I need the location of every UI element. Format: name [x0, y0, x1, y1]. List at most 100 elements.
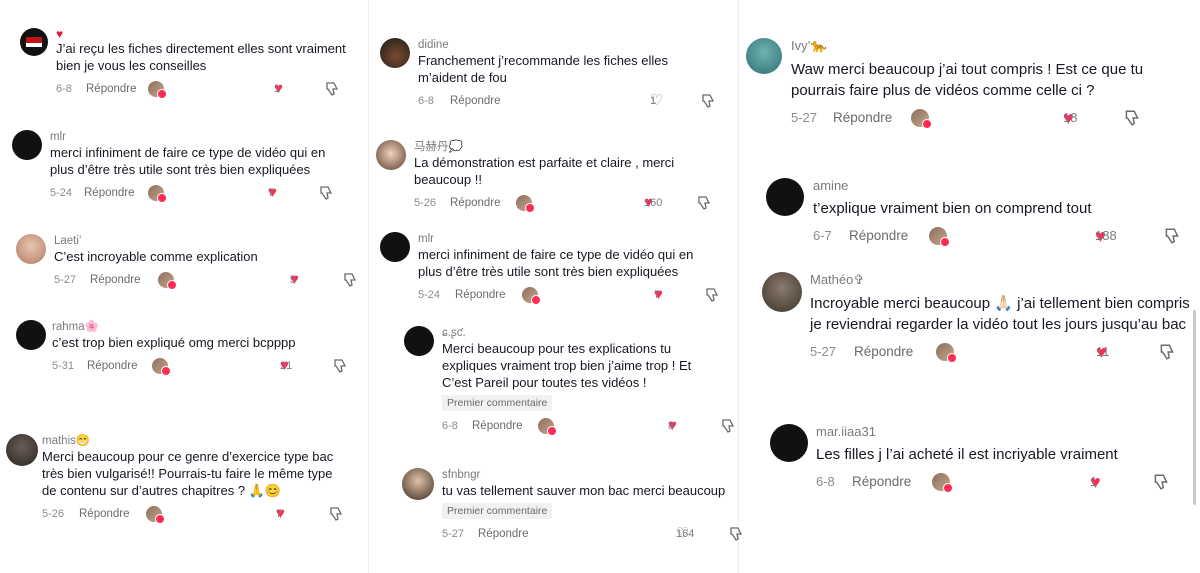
dislike-icon[interactable]: [700, 93, 716, 109]
comment-text: La démonstration est parfaite et claire …: [414, 155, 675, 187]
comment-text: c’est trop bien expliqué omg merci bcppp…: [52, 335, 296, 350]
avatar[interactable]: [6, 434, 38, 466]
reply-button[interactable]: Répondre: [87, 357, 138, 375]
dislike-icon[interactable]: [1158, 343, 1176, 361]
reply-button[interactable]: Répondre: [849, 225, 908, 247]
reply-button[interactable]: Répondre: [472, 417, 523, 435]
comment-meta: 6-8 Répondre ♥ 1: [816, 471, 1186, 493]
like-count: 1: [274, 83, 281, 95]
comments-column-1: ♥ J’ai reçu les fiches directement elles…: [0, 0, 368, 573]
dislike-icon[interactable]: [324, 81, 340, 97]
comment-username[interactable]: mar.iiaa31: [816, 424, 1186, 440]
avatar[interactable]: [20, 28, 48, 56]
comment-username[interactable]: Ivy’🐆: [791, 38, 1151, 54]
avatar[interactable]: [404, 326, 434, 356]
first-comment-badge: Premier commentaire: [442, 503, 553, 519]
like-count: 1: [1090, 474, 1098, 489]
comment-date: 5-24: [418, 289, 441, 301]
comment-meta: 5-26 Répondre ♥ 160: [414, 194, 714, 213]
comment-meta: 5-27 Répondre ♥ 18: [791, 107, 1151, 129]
comment-text: Franchement j’recommande les fiches elle…: [418, 53, 668, 85]
comment-text: Merci beaucoup pour tes explications tu …: [442, 341, 692, 390]
comment-text: J’ai reçu les fiches directement elles s…: [56, 41, 346, 73]
comment-meta: 5-24 Répondre ♥ 7: [418, 286, 720, 305]
comment-date: 6-8: [418, 95, 434, 107]
comment-date: 5-27: [442, 528, 465, 540]
avatar[interactable]: [380, 38, 410, 68]
comment-username[interactable]: mlr: [50, 130, 350, 144]
avatar[interactable]: [16, 234, 46, 264]
comment-date: 5-31: [52, 360, 75, 372]
dislike-icon[interactable]: [342, 272, 358, 288]
like-count: 11: [1096, 344, 1110, 359]
avatar[interactable]: [746, 38, 782, 74]
reply-button[interactable]: Répondre: [854, 341, 913, 363]
like-count: 18: [1063, 110, 1078, 125]
comment-meta: 6-8 Répondre ♥ 1: [56, 80, 346, 99]
comment-meta: 5-27 Répondre ♥ 5: [54, 271, 357, 290]
dislike-icon[interactable]: [332, 358, 348, 374]
reply-button[interactable]: Répondre: [478, 525, 529, 543]
dislike-icon[interactable]: [1152, 473, 1170, 491]
avatar[interactable]: [766, 178, 804, 216]
comment-date: 5-27: [54, 274, 77, 286]
like-count: 7: [268, 187, 275, 199]
creator-liked-avatar-icon: [522, 287, 541, 305]
dislike-icon[interactable]: [1123, 109, 1141, 127]
comment-date: 5-27: [791, 110, 818, 125]
comment-username[interactable]: ɕ.ʂƈ.: [442, 326, 724, 340]
avatar[interactable]: [762, 272, 802, 312]
comment-meta: 5-27 Répondre ♡ 164: [442, 525, 743, 543]
creator-liked-avatar-icon: [936, 343, 957, 363]
reply-button[interactable]: Répondre: [86, 80, 137, 98]
avatar[interactable]: [12, 130, 42, 160]
comment-text: Merci beaucoup pour ce genre d’exercice …: [42, 449, 334, 498]
avatar[interactable]: [380, 232, 410, 262]
reply-button[interactable]: Répondre: [90, 271, 141, 289]
comment-username[interactable]: sfnbngr: [442, 468, 732, 482]
like-count: 164: [676, 528, 695, 540]
comment-meta: 5-27 Répondre ♥ 11: [810, 341, 1190, 363]
comments-column-2: didine Franchement j’recommande les fich…: [368, 0, 743, 573]
reply-button[interactable]: Répondre: [833, 107, 892, 129]
dislike-icon[interactable]: [1163, 227, 1181, 245]
comments-column-3: Ivy’🐆 Waw merci beaucoup j’ai tout compr…: [738, 0, 1200, 573]
like-count: 160: [644, 197, 663, 209]
avatar[interactable]: [376, 140, 406, 170]
reply-button[interactable]: Répondre: [79, 505, 130, 523]
comment-username[interactable]: rahma🌸: [52, 320, 342, 334]
comment-date: 6-8: [442, 420, 458, 432]
dislike-icon[interactable]: [704, 287, 720, 303]
comment-username[interactable]: didine: [418, 38, 718, 52]
creator-liked-avatar-icon: [516, 195, 535, 213]
comment-date: 5-24: [50, 187, 73, 199]
creator-liked-avatar-icon: [152, 358, 171, 376]
comment-meta: 6-8 Répondre ♡ 1: [418, 92, 718, 110]
scrollbar[interactable]: [1193, 310, 1196, 505]
comment-meta: 5-24 Répondre ♥ 7: [50, 184, 350, 203]
comment-date: 5-26: [414, 197, 437, 209]
comment-username[interactable]: Laeti’: [54, 234, 344, 248]
comment-username[interactable]: mathis😁: [42, 434, 342, 448]
avatar[interactable]: [402, 468, 434, 500]
avatar[interactable]: [16, 320, 46, 350]
dislike-icon[interactable]: [328, 506, 344, 522]
reply-button[interactable]: Répondre: [455, 286, 506, 304]
dislike-icon[interactable]: [720, 418, 736, 434]
comment-username[interactable]: amine: [813, 178, 1173, 194]
creator-liked-avatar-icon: [538, 418, 557, 436]
reply-button[interactable]: Répondre: [852, 471, 911, 493]
comment-date: 5-26: [42, 508, 65, 520]
creator-liked-avatar-icon: [148, 185, 167, 203]
avatar[interactable]: [770, 424, 808, 462]
comment-username[interactable]: Mathéo✞: [810, 272, 1190, 288]
reply-button[interactable]: Répondre: [450, 194, 501, 212]
dislike-icon[interactable]: [696, 195, 712, 211]
reply-button[interactable]: Répondre: [84, 184, 135, 202]
comment-username[interactable]: 马赫丹💭: [414, 140, 714, 154]
reply-button[interactable]: Répondre: [450, 92, 501, 110]
comment-username[interactable]: mlr: [418, 232, 720, 246]
dislike-icon[interactable]: [318, 185, 334, 201]
comment-text: Incroyable merci beaucoup 🙏🏻 j’ai tellem…: [810, 295, 1190, 333]
creator-liked-avatar-icon: [932, 473, 953, 493]
